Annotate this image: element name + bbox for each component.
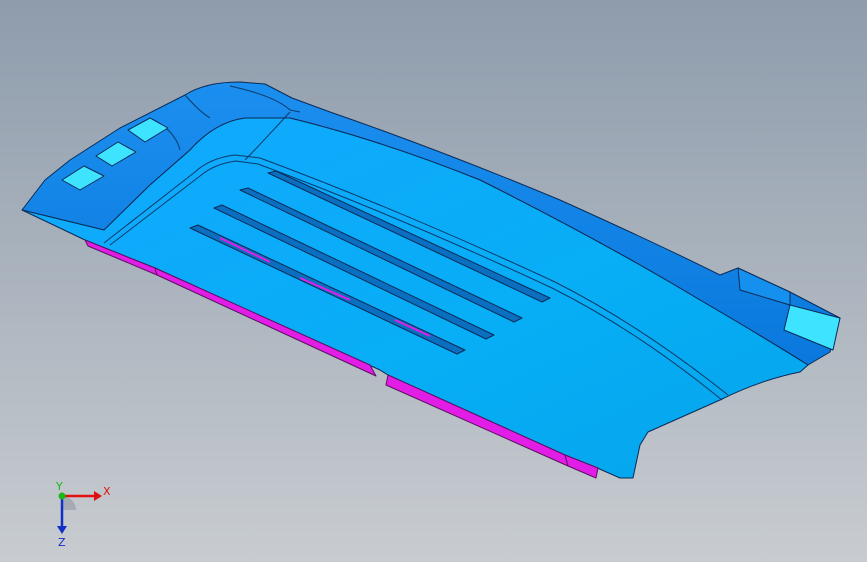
y-axis-label: Y [55, 480, 63, 493]
cad-scene[interactable] [0, 0, 867, 562]
3d-viewport[interactable]: X Y Z [0, 0, 867, 562]
z-axis-label: Z [58, 536, 66, 549]
y-axis-dot [58, 492, 66, 500]
x-axis-arrowhead [94, 491, 102, 501]
coordinate-triad: X Y Z [40, 480, 120, 550]
triad-graphic: X Y Z [55, 480, 111, 549]
z-axis-arrowhead [57, 526, 67, 534]
x-axis-label: X [103, 485, 111, 498]
